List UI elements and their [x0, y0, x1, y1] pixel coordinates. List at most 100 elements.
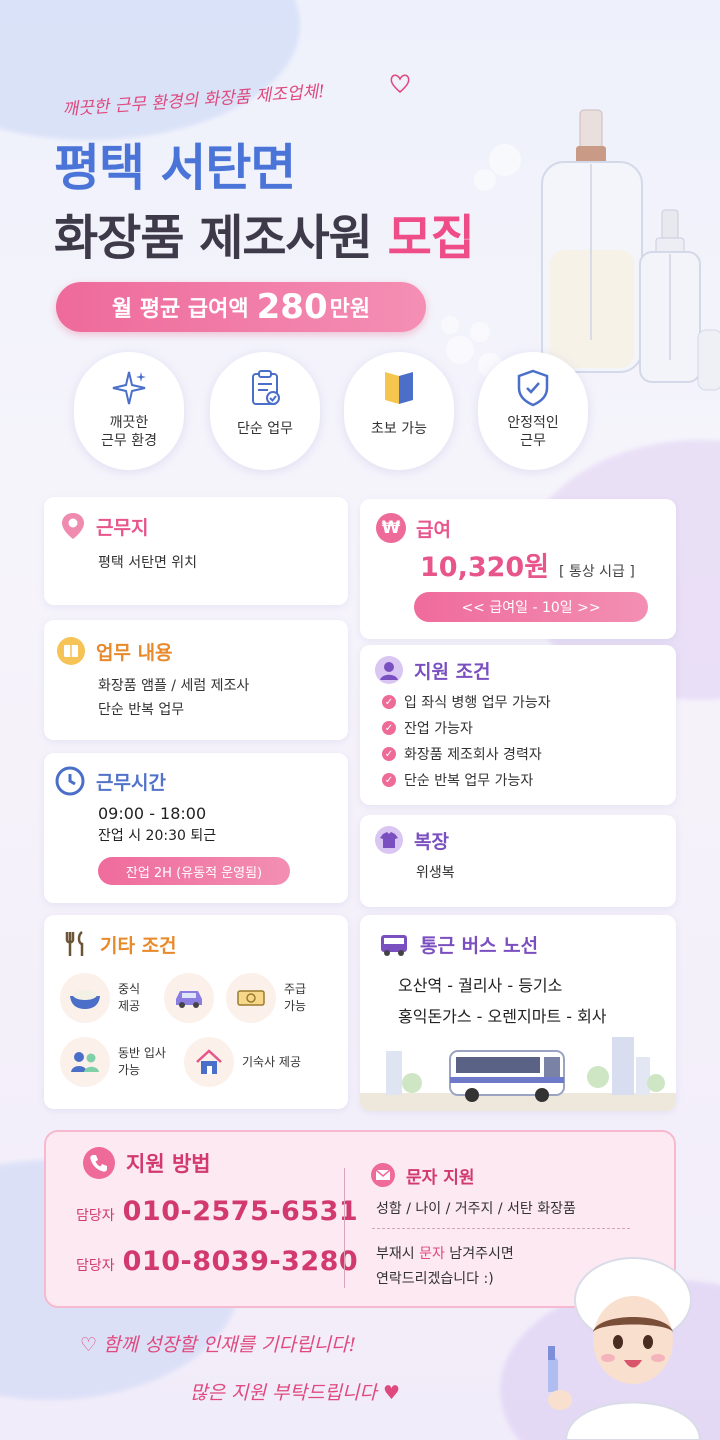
duties-text: 화장품 앰플 / 세럼 제조사 단순 반복 업무: [98, 674, 348, 722]
contact-label: 담당자: [76, 1208, 115, 1224]
feature-beginner-ok: 초보 가능: [344, 352, 454, 470]
bus-route: 오산역 - 궐리사 - 등기소: [398, 976, 563, 995]
notebook-icon: [57, 637, 85, 665]
uniform-text: 위생복: [416, 865, 455, 881]
duties-line: 단순 반복 업무: [98, 702, 185, 718]
etc-label: 주급 가능: [284, 982, 307, 1013]
house-icon: [184, 1037, 234, 1087]
pay-title: 급여: [416, 518, 451, 541]
requirement-item: ✓ 잔업 가능자: [382, 715, 676, 741]
contact-label: 담당자: [76, 1258, 115, 1274]
heart-icon: ♥: [382, 1382, 400, 1404]
sparkle-icon: [112, 371, 146, 405]
hours-title: 근무시간: [96, 771, 166, 794]
etc-item-dormitory: 기숙사 제공: [184, 1037, 301, 1087]
absent-note: 부재시 문자 남겨주시면 연락드리겠습니다 :): [376, 1246, 514, 1287]
location-header: 근무지: [60, 511, 348, 541]
location-card: 근무지 평택 서탄면 위치: [44, 497, 348, 605]
sms-header: 문자 지원: [370, 1162, 474, 1188]
wage-note: [ 통상 시급 ]: [559, 564, 635, 580]
utensils-icon: [65, 931, 84, 956]
duties-card: 업무 내용 화장품 앰플 / 세럼 제조사 단순 반복 업무: [44, 620, 348, 740]
check-icon: ✓: [382, 773, 396, 787]
pay-card: ₩ 급여 10,320원 [ 통상 시급 ] << 급여일 - 10일 >>: [360, 499, 676, 639]
feature-simple-task: 단순 업무: [210, 352, 320, 470]
car-icon: [164, 973, 214, 1023]
feature-label: 안정적인 근무: [507, 415, 559, 449]
hourly-wage: 10,320원: [420, 552, 550, 583]
apply-title: 지원 방법: [126, 1152, 211, 1176]
phone-number-1[interactable]: 010-2575-6531: [123, 1196, 359, 1227]
worker-character-illustration: [548, 1257, 702, 1440]
duties-header: 업무 내용: [56, 636, 348, 666]
hours-card: 근무시간 09:00 - 18:00 잔업 시 20:30 퇴근 잔업 2H (…: [44, 753, 348, 903]
requirement-item: ✓ 화장품 제조회사 경력자: [382, 741, 676, 767]
etc-label: 동반 입사 가능: [118, 1046, 166, 1077]
pay-header: ₩ 급여: [376, 513, 676, 543]
won-icon: ₩: [376, 513, 406, 543]
requirements-list: ✓ 입 좌식 병행 업무 가능자 ✓ 잔업 가능자 ✓ 화장품 제조회사 경력자 ✓ 단…: [382, 689, 676, 793]
check-icon: ✓: [382, 747, 396, 761]
meal-bowl-icon: [60, 973, 110, 1023]
salary-banner: 월 평균 급여액 280 만원: [56, 282, 426, 332]
phone-icon: [83, 1147, 115, 1179]
bus-title: 통근 버스 노선: [420, 935, 539, 957]
etc-label: 기숙사 제공: [242, 1054, 302, 1069]
feature-clean-environment: 깨끗한 근무 환경: [74, 352, 184, 470]
location-title: 근무지: [96, 516, 149, 539]
bus-illustration: [360, 1037, 676, 1111]
etc-title: 기타 조건: [100, 934, 177, 957]
feature-label: 깨끗한 근무 환경: [101, 415, 157, 449]
bus-header: 통근 버스 노선: [378, 931, 676, 958]
sms-title: 문자 지원: [406, 1167, 475, 1188]
contact-row-2: 담당자 010-8039-3280: [76, 1246, 358, 1277]
feature-label: 초보 가능: [371, 421, 427, 437]
etc-item-companion: 동반 입사 가능: [60, 1037, 166, 1087]
etc-item-meal: 중식 제공: [60, 973, 140, 1023]
etc-header: 기타 조건: [62, 929, 348, 959]
location-text: 평택 서탄면 위치: [98, 555, 198, 571]
bus-icon: [381, 934, 407, 956]
overtime-pill: 잔업 2H (유동적 운영됨): [98, 857, 290, 885]
hours-text: 09:00 - 18:00 잔업 시 20:30 퇴근: [98, 803, 348, 847]
hours-header: 근무시간: [54, 765, 348, 797]
duties-line: 화장품 앰플 / 세럼 제조사: [98, 678, 250, 694]
bus-card: 통근 버스 노선 오산역 - 궐리사 - 등기소 홍익돈가스 - 오렌지마트 -…: [360, 915, 676, 1111]
etc-item-car: [164, 973, 214, 1023]
clock-icon: [55, 766, 85, 796]
closing-line2: 많은 지원 부탁드립니다 ♥: [190, 1382, 400, 1404]
envelope-icon: [371, 1163, 395, 1187]
bus-routes: 오산역 - 궐리사 - 등기소 홍익돈가스 - 오렌지마트 - 회사: [398, 970, 676, 1032]
requirements-title: 지원 조건: [414, 660, 491, 683]
requirements-card: 지원 조건 ✓ 입 좌식 병행 업무 가능자 ✓ 잔업 가능자 ✓ 화장품 제조회사 …: [360, 645, 676, 805]
heart-doodle-icon: [390, 74, 410, 93]
check-icon: ✓: [382, 721, 396, 735]
feature-label: 단순 업무: [237, 421, 293, 437]
check-icon: ✓: [382, 695, 396, 709]
uniform-card: 복장 위생복: [360, 815, 676, 907]
phone-number-2[interactable]: 010-8039-3280: [123, 1246, 359, 1277]
salary-amount: 280: [256, 287, 328, 327]
map-pin-icon: [62, 513, 84, 539]
people-icon: [60, 1037, 110, 1087]
shield-check-icon: [517, 369, 549, 407]
money-icon: [226, 973, 276, 1023]
person-icon: [375, 656, 403, 684]
uniform-title: 복장: [414, 830, 449, 853]
payday-pill: << 급여일 - 10일 >>: [414, 592, 648, 622]
etc-card: 기타 조건 중식 제공 주급 가능 동반 입사 가능 기숙사 제공: [44, 915, 348, 1109]
etc-label: 중식 제공: [118, 982, 141, 1013]
salary-prefix: 월 평균 급여액: [111, 297, 249, 322]
requirements-header: 지원 조건: [374, 655, 676, 685]
sms-format: 성함 / 나이 / 거주지 / 서탄 화장품: [376, 1201, 576, 1217]
tshirt-icon: [375, 826, 403, 854]
clipboard-icon: [252, 370, 280, 405]
duties-title: 업무 내용: [96, 641, 173, 664]
apply-header: 지원 방법: [82, 1146, 211, 1180]
hours-line: 잔업 시 20:30 퇴근: [98, 828, 217, 844]
etc-item-weekly-pay: 주급 가능: [226, 973, 306, 1023]
requirement-item: ✓ 입 좌식 병행 업무 가능자: [382, 689, 676, 715]
title-line1: 평택 서탄면: [54, 139, 296, 197]
feature-stable-work: 안정적인 근무: [478, 352, 588, 470]
title-line2: 화장품 제조사원 모집: [54, 198, 475, 268]
